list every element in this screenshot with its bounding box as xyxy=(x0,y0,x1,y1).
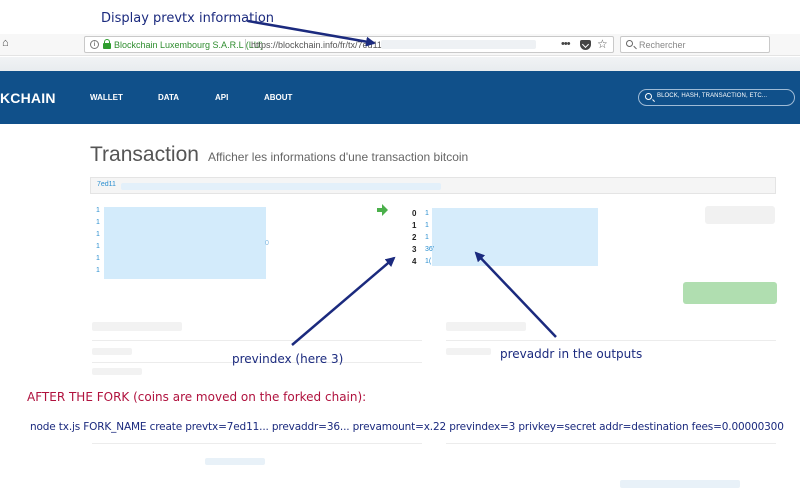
output-address[interactable]: 1 xyxy=(425,232,429,244)
nav-api[interactable]: API xyxy=(215,93,228,102)
site-search-input[interactable]: BLOCK, HASH, TRANSACTION, ETC... xyxy=(638,89,795,106)
annotation-prevtx: Display prevtx information xyxy=(101,11,275,26)
output-index: 1 xyxy=(412,221,417,230)
page-title: Transaction xyxy=(90,143,199,166)
tx-hash-link[interactable]: 7ed11 xyxy=(97,181,116,188)
browser-search-input[interactable]: Rechercher xyxy=(620,36,770,53)
search-icon xyxy=(645,93,652,100)
total-amount-button[interactable] xyxy=(683,282,777,304)
tx-hash-redacted xyxy=(121,183,441,190)
output-address[interactable]: 36' xyxy=(425,244,434,256)
input-address[interactable]: 1 xyxy=(96,230,100,240)
output-address[interactable]: 1 xyxy=(425,208,429,220)
input-address-tail: 0 xyxy=(265,240,269,247)
home-icon[interactable]: ⌂ xyxy=(2,36,14,50)
summary-divider xyxy=(446,443,776,444)
input-address[interactable]: 1 xyxy=(96,254,100,264)
summary-divider xyxy=(92,340,422,341)
input-address[interactable]: 1 xyxy=(96,218,100,228)
arrow-to-previndex xyxy=(291,256,396,346)
annotation-prevaddr: prevaddr in the outputs xyxy=(500,347,643,361)
inputs-outputs-heading-redacted xyxy=(446,322,526,331)
summary-link-redacted xyxy=(205,458,265,465)
nav-about[interactable]: ABOUT xyxy=(264,93,292,102)
page-actions-icon[interactable]: ••• xyxy=(561,37,571,51)
output-amount-redacted xyxy=(705,206,775,224)
site-navbar: KCHAIN WALLET DATA API ABOUT BLOCK, HASH… xyxy=(0,71,800,124)
pocket-icon[interactable] xyxy=(580,40,591,50)
annotation-command: node tx.js FORK_NAME create prevtx=7ed11… xyxy=(30,421,784,433)
site-identity: Blockchain Luxembourg S.A.R.L (LU) xyxy=(114,40,264,50)
summary-cell-redacted xyxy=(92,348,132,355)
browser-search-placeholder: Rechercher xyxy=(639,40,686,50)
url-text[interactable]: https://blockchain.info/fr/tx/7ed11 xyxy=(251,38,382,52)
output-address[interactable]: 1( xyxy=(425,256,431,268)
site-search-placeholder: BLOCK, HASH, TRANSACTION, ETC... xyxy=(657,93,768,99)
outputs-redacted xyxy=(432,208,598,266)
inputs-redacted xyxy=(104,207,266,279)
summary-divider xyxy=(446,340,776,341)
bookmarks-bar xyxy=(0,57,800,71)
output-address[interactable]: 1 xyxy=(425,220,429,232)
address-bar[interactable]: i Blockchain Luxembourg S.A.R.L (LU) htt… xyxy=(84,36,614,53)
output-index: 3 xyxy=(412,245,417,254)
bookmark-star-icon[interactable]: ☆ xyxy=(597,37,608,51)
url-redacted xyxy=(381,40,536,49)
summary-link-redacted xyxy=(620,480,740,488)
summary-cell-redacted xyxy=(92,368,142,375)
annotation-previndex: previndex (here 3) xyxy=(232,352,344,366)
lock-icon[interactable] xyxy=(103,39,111,49)
summary-heading-redacted xyxy=(92,322,182,331)
input-address[interactable]: 1 xyxy=(96,242,100,252)
nav-data[interactable]: DATA xyxy=(158,93,179,102)
browser-toolbar: ⌂ i Blockchain Luxembourg S.A.R.L (LU) h… xyxy=(0,34,800,56)
output-index: 4 xyxy=(412,257,417,266)
page-subtitle: Afficher les informations d'une transact… xyxy=(208,150,469,164)
tx-hash-bar: 7ed11 xyxy=(90,177,776,194)
screenshot-root: ⌂ i Blockchain Luxembourg S.A.R.L (LU) h… xyxy=(0,0,800,500)
summary-cell-redacted xyxy=(446,348,491,355)
search-icon xyxy=(626,40,633,47)
brand-logo[interactable]: KCHAIN xyxy=(0,90,56,106)
info-icon[interactable]: i xyxy=(90,40,99,49)
input-address[interactable]: 1 xyxy=(96,266,100,276)
input-address[interactable]: 1 xyxy=(96,206,100,216)
summary-divider xyxy=(92,443,422,444)
annotation-fork-note: AFTER THE FORK (coins are moved on the f… xyxy=(27,390,367,404)
nav-wallet[interactable]: WALLET xyxy=(90,93,123,102)
output-index: 0 xyxy=(412,209,417,218)
url-divider xyxy=(245,39,246,50)
output-index: 2 xyxy=(412,233,417,242)
